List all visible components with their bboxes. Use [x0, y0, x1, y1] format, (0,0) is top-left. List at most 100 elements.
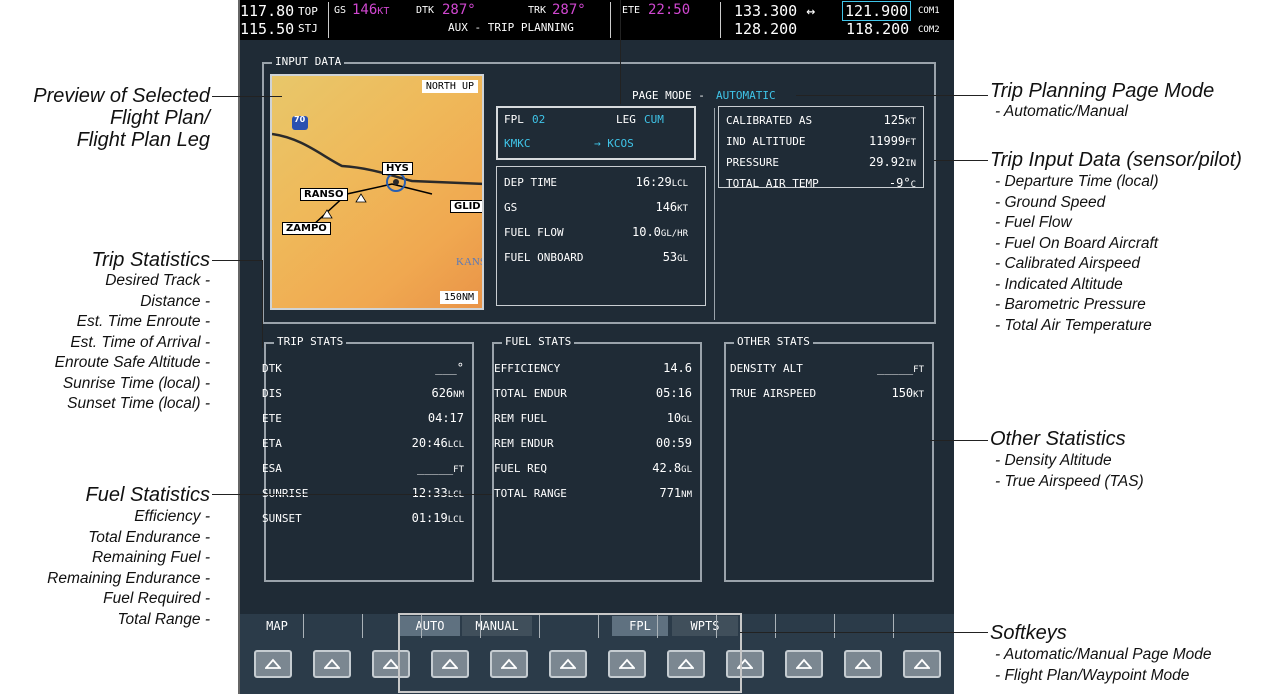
fuel-stat-label: REM ENDUR [494, 437, 554, 450]
trip-stat-label: DIS [262, 387, 282, 400]
softkey-button-2[interactable] [313, 650, 351, 678]
leg-label: LEG [616, 113, 636, 126]
fpl-leg-box[interactable] [496, 106, 696, 160]
input-left-row-label: DEP TIME [504, 176, 557, 189]
annotation-preview: Preview of Selected Flight Plan/ Flight … [33, 85, 210, 151]
softkey-divider [834, 614, 835, 638]
input-right-row-label: IND ALTITUDE [726, 135, 806, 148]
softkey-group-highlight [398, 613, 742, 693]
fuel-stat-value: 00:59 [655, 436, 692, 450]
navigation-status-bar: 117.80 115.50 TOP STJ GS 146KT DTK 287° … [240, 0, 954, 40]
input-right-row-value: 125KT [883, 113, 916, 127]
com2-standby-frequency[interactable]: 118.200 [846, 20, 909, 38]
softkey-map[interactable]: MAP [244, 616, 310, 636]
annotation-softkeys-title: Softkeys [990, 622, 1067, 644]
fuel-stat-label: TOTAL RANGE [494, 487, 567, 500]
trip-stat-value: ___° [435, 361, 464, 375]
leader-other [930, 440, 988, 441]
map-label-kans: KANS [456, 256, 484, 268]
input-left-row-value: 53GL [662, 250, 688, 264]
input-left-row-label: FUEL FLOW [504, 226, 564, 239]
leader-input [934, 160, 988, 161]
leader-trip-stats-v [262, 260, 263, 348]
fuel-stat-label: EFFICIENCY [494, 362, 561, 375]
trip-stat-value: _____FT [417, 461, 464, 475]
annotation-line: Est. Time Enroute - [76, 313, 210, 330]
fpl-label: FPL [504, 113, 524, 126]
input-right-row-label: CALIBRATED AS [726, 114, 813, 127]
up-arrow-icon [324, 658, 340, 669]
annotation-line: - Calibrated Airspeed [995, 255, 1141, 272]
annotation-line: Desired Track - [105, 272, 210, 289]
other-stat-label: TRUE AIRSPEED [730, 387, 817, 400]
other-stat-value: _____FT [877, 361, 924, 375]
nav-active-frequency[interactable]: 117.80 [240, 2, 294, 20]
input-right-row-value: 29.92IN [869, 155, 916, 169]
annotation-trip-stats-items: Desired Track - Distance - Est. Time Enrou… [0, 271, 210, 415]
leader-page-mode [796, 95, 988, 96]
page-mode-label: PAGE MODE - [632, 89, 705, 102]
leg-value[interactable]: CUM [644, 113, 664, 126]
trip-stat-label: ETA [262, 437, 282, 450]
gs-label: GS [334, 5, 347, 16]
softkey-button-10[interactable] [785, 650, 823, 678]
annotation-line: Distance - [140, 292, 210, 310]
input-right-row-label: PRESSURE [726, 156, 779, 169]
leader-trip-stats-h [212, 260, 262, 261]
map-label-ranso: RANSO [300, 188, 348, 201]
com-standby-frequency-selected[interactable]: 121.900 [842, 1, 912, 21]
annotation-line: - Indicated Altitude [995, 275, 1123, 293]
up-arrow-icon [383, 658, 399, 669]
trip-stat-value: 01:19LCL [411, 511, 464, 525]
input-left-row-value: 146KT [655, 200, 688, 214]
trip-stat-label: ETE [262, 412, 282, 425]
leader-page-mode-top [620, 0, 621, 104]
up-arrow-icon [855, 658, 871, 669]
map-range-badge[interactable]: 150NM [439, 291, 478, 304]
annotation-line: - Automatic/Manual Page Mode [995, 646, 1212, 663]
up-arrow-icon [796, 658, 812, 669]
softkey-divider [362, 614, 363, 638]
annotation-fuel-stats-items: Efficiency - Total Endurance - Remaining F… [0, 507, 210, 630]
trk-value: 287° [552, 2, 586, 18]
page-mode-value: AUTOMATIC [716, 89, 776, 102]
annotation-line: - Flight Plan/Waypoint Mode [995, 666, 1190, 684]
softkey-button-11[interactable] [844, 650, 882, 678]
fuel-stats-label: FUEL STATS [502, 335, 575, 348]
annotation-line: - Density Altitude [995, 452, 1112, 469]
annotation-line: Sunrise Time (local) - [62, 374, 210, 392]
input-left-row-label: FUEL ONBOARD [504, 251, 584, 264]
annotation-line: Fuel Required - [103, 590, 210, 607]
trip-stat-label: DTK [262, 362, 282, 375]
annotation-line: Total Range - [117, 610, 211, 628]
to-waypoint: → KCOS [594, 137, 634, 150]
fuel-stat-label: TOTAL ENDUR [494, 387, 567, 400]
com-active-frequency[interactable]: 133.300 ↔ [734, 2, 815, 20]
trip-stat-label: SUNSET [262, 512, 302, 525]
trip-planning-page: INPUT DATA NORTH UP 70 RANSO HYS GLID ZA… [240, 40, 954, 614]
annotation-line: - True Airspeed (TAS) [995, 472, 1144, 490]
annotation-trip-stats-title: Trip Statistics [91, 249, 210, 271]
trip-stat-value: 04:17 [427, 411, 464, 425]
map-label-hys: HYS [382, 162, 413, 175]
fuel-stat-value: 771NM [659, 486, 692, 500]
input-left-row-value: 10.0GL/HR [632, 225, 688, 239]
com2-label: COM2 [918, 25, 940, 35]
leader-softkeys [740, 632, 988, 633]
annotation-other-items: - Density Altitude - True Airspeed (TAS) [995, 451, 1144, 492]
annotation-line: - Departure Time (local) [995, 173, 1159, 190]
other-stat-label: DENSITY ALT [730, 362, 803, 375]
input-data-label: INPUT DATA [272, 55, 345, 68]
trip-stat-label: ESA [262, 462, 282, 475]
annotation-line: Remaining Endurance - [47, 569, 210, 587]
annotation-other-title: Other Statistics [990, 428, 1126, 450]
nav-standby-frequency[interactable]: 115.50 [240, 20, 294, 38]
softkey-button-1[interactable] [254, 650, 292, 678]
annotation-line: - Barometric Pressure [995, 296, 1146, 313]
top-label: TOP [298, 5, 318, 18]
com2-active-frequency[interactable]: 128.200 [734, 20, 797, 38]
fpl-number[interactable]: 02 [532, 113, 545, 126]
up-arrow-icon [914, 658, 930, 669]
other-stats-label: OTHER STATS [734, 335, 813, 348]
softkey-button-12[interactable] [903, 650, 941, 678]
